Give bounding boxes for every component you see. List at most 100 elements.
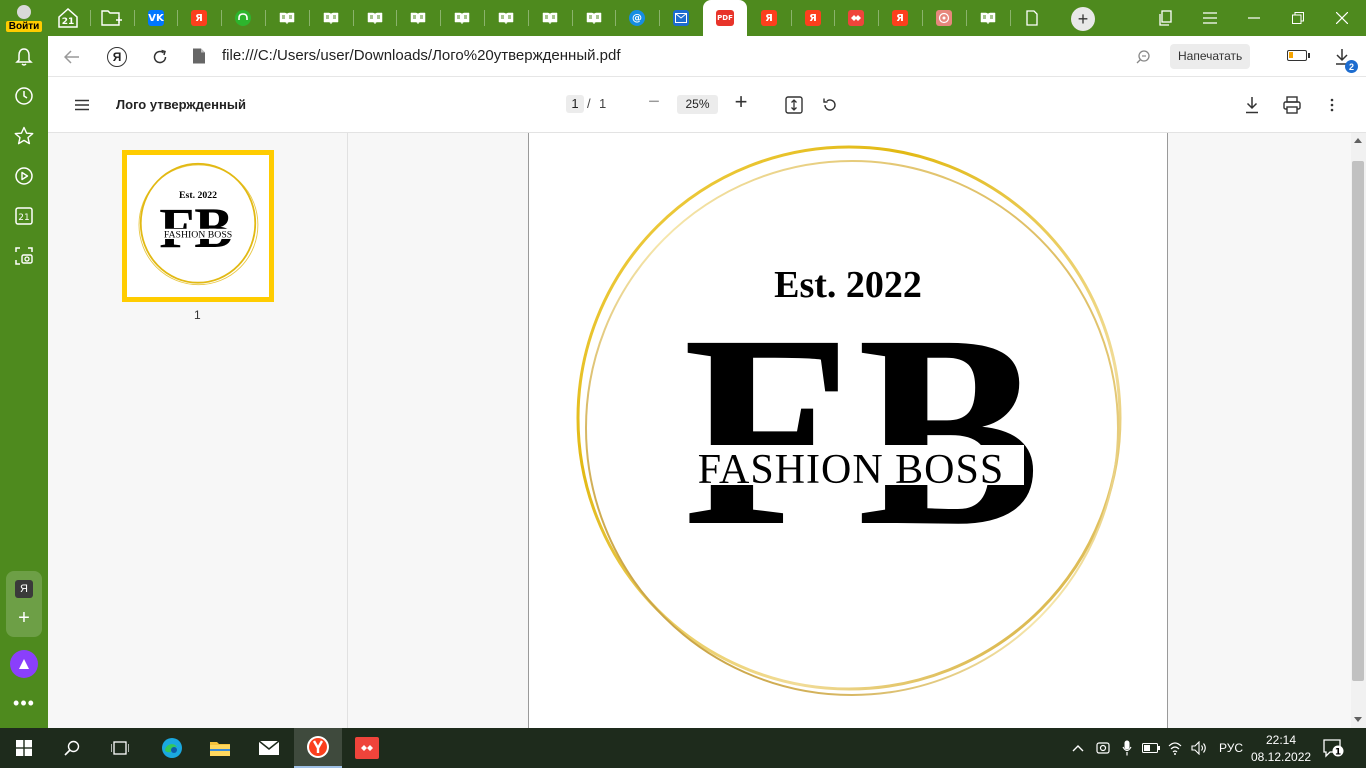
rotate-icon[interactable] (818, 93, 842, 117)
tab-divider (528, 10, 529, 26)
brand-name: FASHION BOSS (698, 447, 1004, 493)
zoom-level[interactable]: 25% (677, 95, 718, 114)
zoom-out-button[interactable]: − (644, 92, 664, 113)
menu-icon[interactable] (1188, 0, 1232, 36)
viewer-scrollbar[interactable] (1351, 133, 1366, 728)
book-icon (454, 10, 470, 26)
bell-icon[interactable] (12, 45, 36, 69)
bookmarks-star-icon[interactable] (12, 124, 36, 148)
tab-divider (309, 10, 310, 26)
url-field[interactable]: file:///C:/Users/user/Downloads/Лого%20у… (222, 47, 621, 64)
alice-assistant-icon[interactable] (10, 650, 38, 678)
tab-21[interactable] (922, 0, 966, 36)
tab-3[interactable]: VK (134, 0, 178, 36)
tab-divider (221, 10, 222, 26)
add-app-button[interactable]: + (15, 608, 33, 628)
print-icon[interactable] (1280, 93, 1304, 117)
yandex-icon: Я (191, 10, 207, 26)
tab-14[interactable]: @ (615, 0, 659, 36)
more-vertical-icon[interactable] (1320, 93, 1344, 117)
language-indicator[interactable]: РУС (1219, 741, 1243, 755)
battery-icon[interactable] (1142, 740, 1160, 756)
screenshot-camera-icon[interactable] (12, 244, 36, 268)
task-view-icon[interactable] (96, 728, 144, 768)
scrollbar-thumb[interactable] (1352, 161, 1364, 681)
yandex-app-icon[interactable]: Я (15, 580, 33, 598)
yandex-browser-taskbar-icon[interactable] (294, 728, 342, 768)
avatar (17, 5, 31, 19)
vk-icon: VK (148, 10, 164, 26)
yandex-home-button[interactable]: Я (104, 44, 130, 70)
tab-20[interactable]: Я (878, 0, 922, 36)
tab-7[interactable] (309, 0, 353, 36)
restore-icon[interactable] (1276, 0, 1320, 36)
yandex-home-icon: 21 (57, 8, 79, 28)
svg-text:21: 21 (62, 17, 75, 27)
tab-1[interactable]: 21 (46, 0, 90, 36)
zoom-in-button[interactable]: + (731, 91, 751, 114)
minimize-icon[interactable] (1232, 0, 1276, 36)
svg-text:F: F (159, 197, 194, 260)
clock-time[interactable]: 22:14 (1253, 733, 1309, 747)
fit-page-icon[interactable] (782, 93, 806, 117)
tab-19[interactable] (834, 0, 878, 36)
clock-date[interactable]: 08.12.2022 (1251, 750, 1311, 764)
file-explorer-icon[interactable] (196, 728, 244, 768)
tab-15[interactable] (659, 0, 703, 36)
close-icon[interactable] (1320, 0, 1364, 36)
tab-9[interactable] (396, 0, 440, 36)
mail-app-icon[interactable] (245, 728, 293, 768)
edge-browser-icon[interactable] (148, 728, 196, 768)
new-tab-button[interactable]: + (1071, 7, 1095, 31)
download-pdf-icon[interactable] (1240, 93, 1264, 117)
scroll-down-icon[interactable] (1354, 717, 1362, 722)
collections-icon[interactable] (1144, 0, 1188, 36)
play-icon[interactable] (12, 164, 36, 188)
tab-23[interactable] (1010, 0, 1054, 36)
tab-16[interactable]: PDF (703, 0, 747, 36)
tab-11[interactable] (484, 0, 528, 36)
scroll-up-icon[interactable] (1354, 138, 1362, 143)
page-number-input[interactable]: 1 (566, 95, 584, 113)
tab-6[interactable] (265, 0, 309, 36)
blank-page-icon (1024, 10, 1040, 26)
notification-center-icon[interactable]: 1 (1322, 738, 1344, 758)
history-icon[interactable] (12, 84, 36, 108)
print-button[interactable]: Напечатать (1170, 44, 1251, 69)
tab-divider (396, 10, 397, 26)
page-thumbnail[interactable]: Est. 2022 F B FASHION BOSS (122, 150, 274, 302)
tab-12[interactable] (528, 0, 572, 36)
book-icon (980, 10, 996, 26)
translate-icon[interactable] (1130, 44, 1156, 70)
reload-button[interactable] (147, 44, 173, 70)
back-button[interactable] (59, 44, 85, 70)
address-bar: Я file:///C:/Users/user/Downloads/Лого%2… (48, 36, 1366, 77)
tab-4[interactable]: Я (177, 0, 221, 36)
tab-13[interactable] (572, 0, 616, 36)
hamburger-menu-icon[interactable] (70, 93, 94, 117)
tab-17[interactable]: Я (747, 0, 791, 36)
tab-22[interactable] (966, 0, 1010, 36)
calendar-icon[interactable]: 21 (12, 204, 36, 228)
tab-5[interactable] (221, 0, 265, 36)
search-icon[interactable] (48, 728, 96, 768)
webcam-icon[interactable] (1094, 740, 1112, 756)
tab-8[interactable] (353, 0, 397, 36)
tab-2[interactable] (90, 0, 134, 36)
battery-saver-icon[interactable] (1287, 50, 1310, 61)
downloads-badge: 2 (1345, 60, 1358, 73)
wifi-icon[interactable] (1166, 740, 1184, 756)
tab-18[interactable]: Я (791, 0, 835, 36)
more-dots-icon[interactable]: ••• (12, 694, 36, 712)
tray-expand-icon[interactable] (1069, 740, 1087, 756)
profile-button[interactable]: Войти (0, 0, 48, 36)
yandex-icon: Я (761, 10, 777, 26)
volume-icon[interactable] (1190, 740, 1208, 756)
tab-divider (922, 10, 923, 26)
tab-10[interactable] (440, 0, 484, 36)
microphone-icon[interactable] (1118, 740, 1136, 756)
anydesk-taskbar-icon[interactable] (343, 728, 391, 768)
thumbnail-logo-image: Est. 2022 F B FASHION BOSS (138, 162, 259, 286)
tab-divider (878, 10, 879, 26)
windows-start-icon[interactable] (0, 728, 48, 768)
